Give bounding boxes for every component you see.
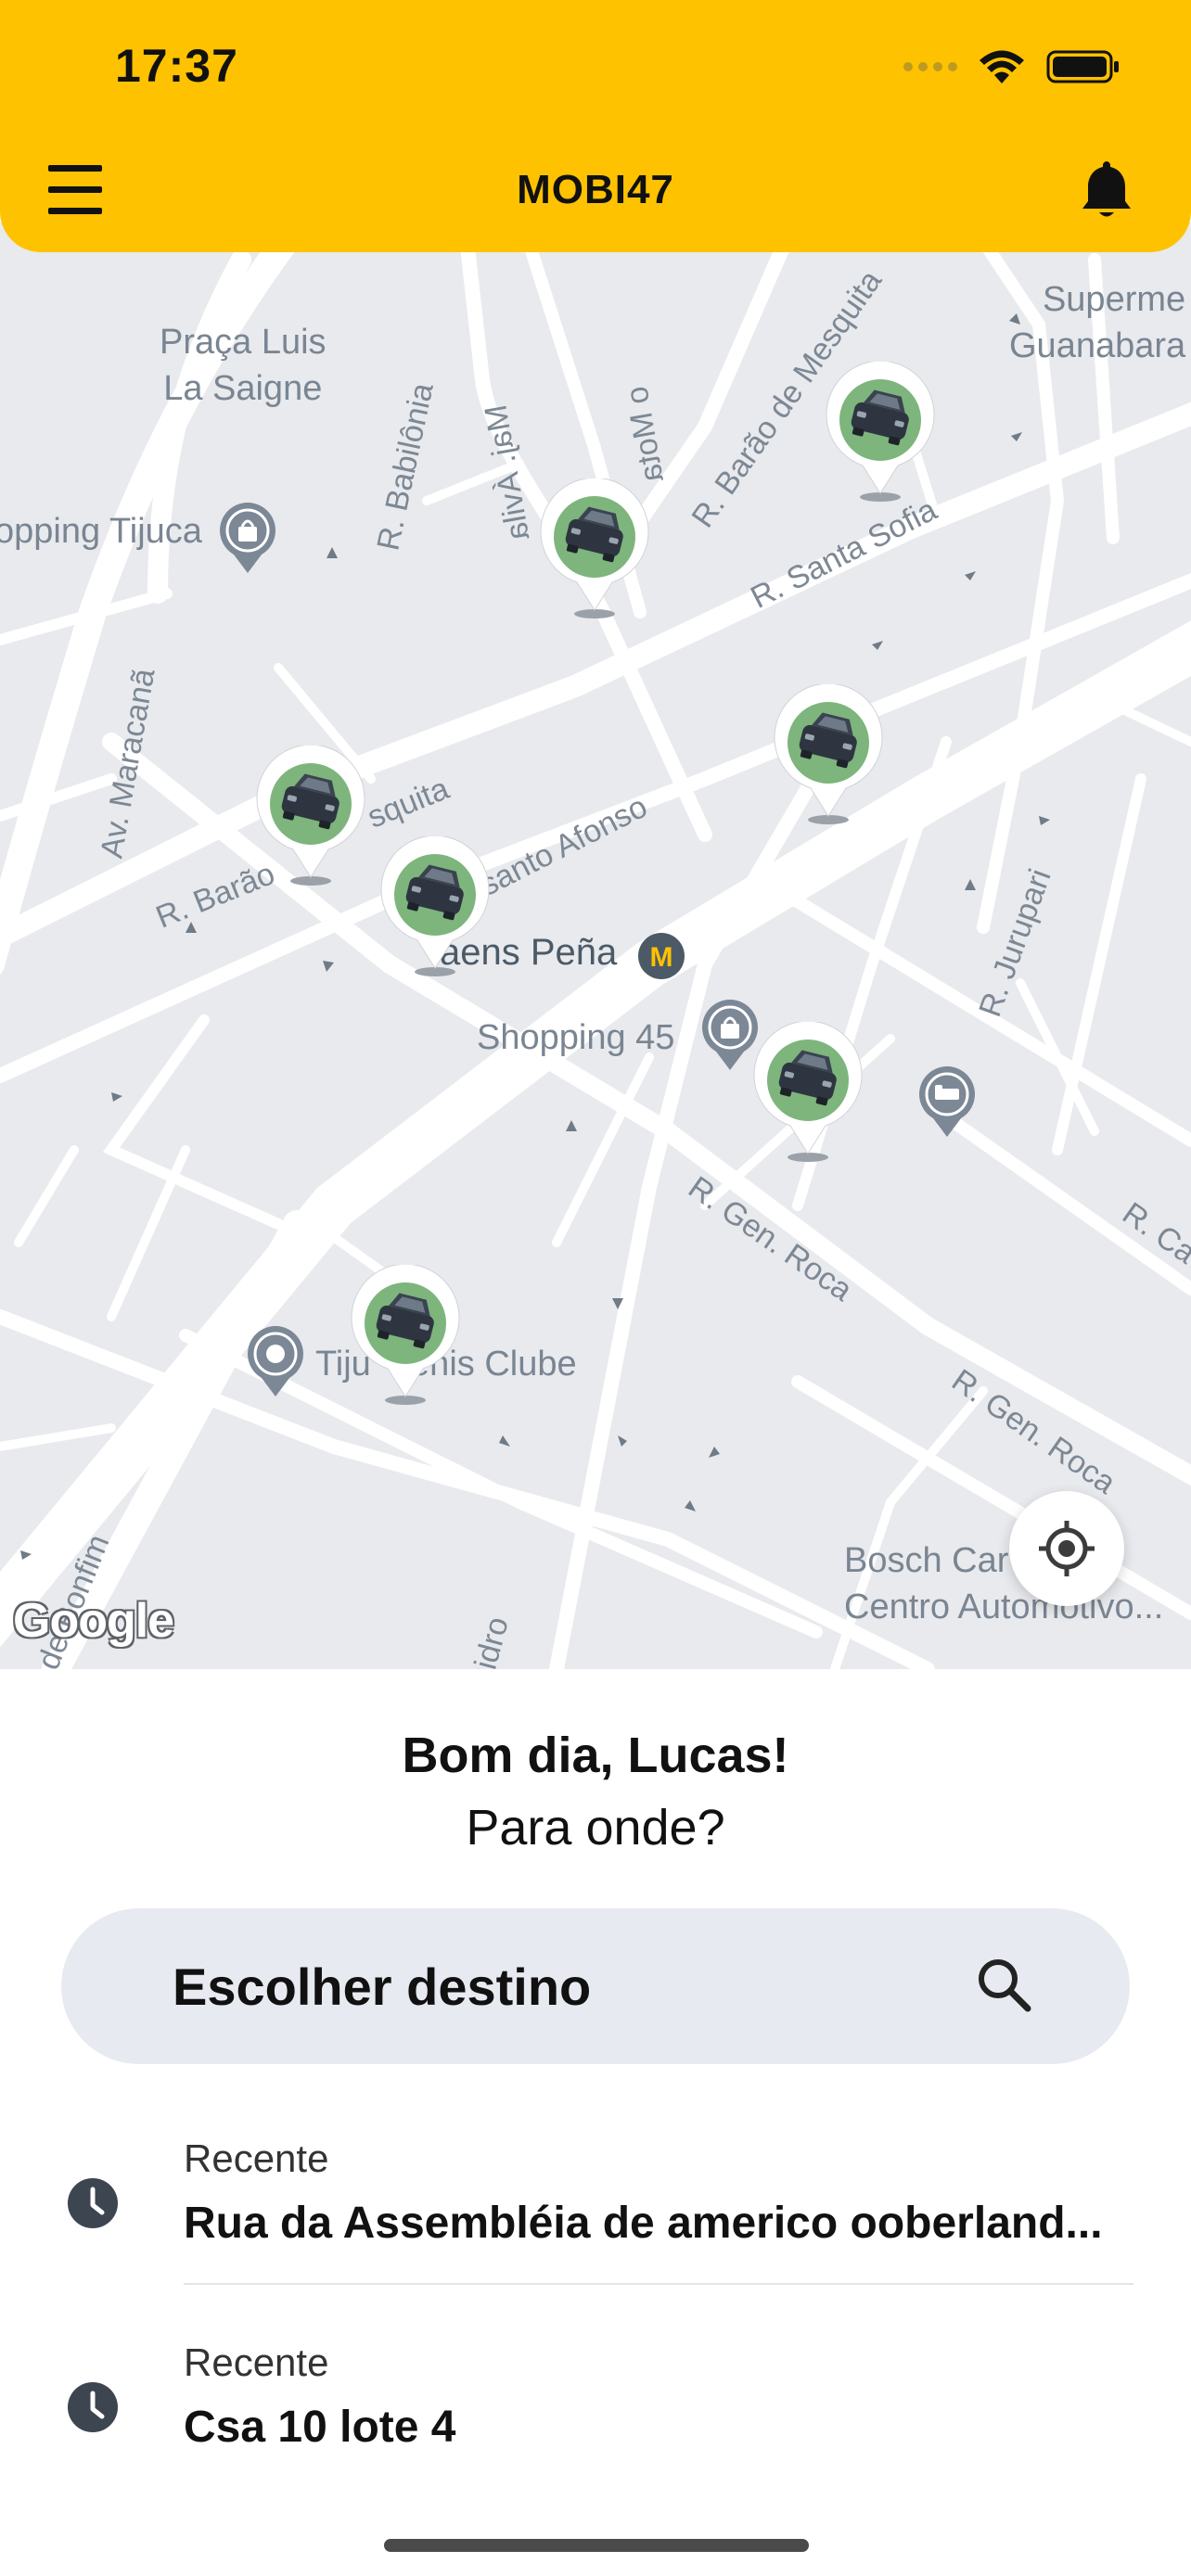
svg-text:M: M: [650, 942, 673, 973]
locate-me-button[interactable]: [1009, 1491, 1124, 1606]
greeting-text: Bom dia, Lucas!: [402, 1728, 789, 1783]
map-label-shopping-45: Shopping 45: [477, 1018, 675, 1057]
car-pin[interactable]: [768, 682, 889, 833]
car-icon: [774, 682, 883, 824]
subtitle-text: Para onde?: [466, 1800, 725, 1855]
map-view[interactable]: Praça Luis La Saigne opping Tijuca Super…: [0, 223, 1191, 1669]
car-pin[interactable]: [345, 1263, 466, 1413]
clock-icon: [68, 2178, 118, 2228]
metro-station-icon[interactable]: M: [636, 931, 686, 981]
recent-kicker: Recente: [184, 2340, 329, 2384]
car-icon: [826, 360, 935, 502]
status-icons: [903, 43, 1121, 91]
search-icon[interactable]: [972, 1953, 1037, 2018]
wifi-icon: [980, 50, 1024, 83]
recent-destination-item[interactable]: Recente Csa 10 lote 4: [0, 2309, 1191, 2485]
recent-destination-item[interactable]: Recente Rua da Assembléia de americo oob…: [0, 2105, 1191, 2281]
car-icon: [753, 1020, 863, 1162]
car-icon: [380, 835, 490, 976]
search-placeholder: Escolher destino: [173, 1958, 592, 2016]
car-pin[interactable]: [748, 1020, 868, 1170]
car-pin[interactable]: [250, 744, 371, 894]
car-pin[interactable]: [534, 477, 655, 627]
car-icon: [540, 477, 649, 618]
car-pin[interactable]: [820, 360, 941, 510]
bell-icon[interactable]: [1078, 158, 1135, 221]
app-title: MOBI47: [517, 167, 674, 212]
google-logo: Google: [13, 1594, 174, 1648]
recent-address: Rua da Assembléia de americo ooberland..…: [184, 2199, 1103, 2248]
car-icon: [256, 744, 365, 886]
cellular-signal-icon: [903, 62, 957, 71]
list-divider: [184, 2283, 1133, 2285]
bottom-sheet: Bom dia, Lucas! Para onde? Escolher dest…: [0, 1669, 1191, 2576]
map-label-supermercado: Superme Guanabara: [1009, 280, 1186, 365]
car-icon: [351, 1263, 460, 1405]
place-pin-icon[interactable]: [243, 1320, 308, 1398]
clock-icon: [68, 2382, 118, 2432]
map-label-shopping-tijuca: opping Tijuca: [0, 512, 202, 551]
hotel-bed-icon[interactable]: [915, 1061, 980, 1139]
recent-address: Csa 10 lote 4: [184, 2403, 456, 2452]
recent-kicker: Recente: [184, 2136, 329, 2180]
crosshair-locate-icon: [1039, 1521, 1095, 1576]
car-pin[interactable]: [375, 835, 495, 985]
home-indicator[interactable]: [384, 2539, 809, 2552]
destination-search-input[interactable]: Escolher destino: [61, 1908, 1130, 2064]
app-header: 17:37 MOBI47: [0, 0, 1191, 252]
status-time: 17:37: [115, 40, 238, 92]
map-label-praca: Praça Luis La Saigne: [160, 323, 327, 408]
battery-icon: [1046, 50, 1119, 83]
shopping-bag-icon[interactable]: [215, 497, 280, 575]
